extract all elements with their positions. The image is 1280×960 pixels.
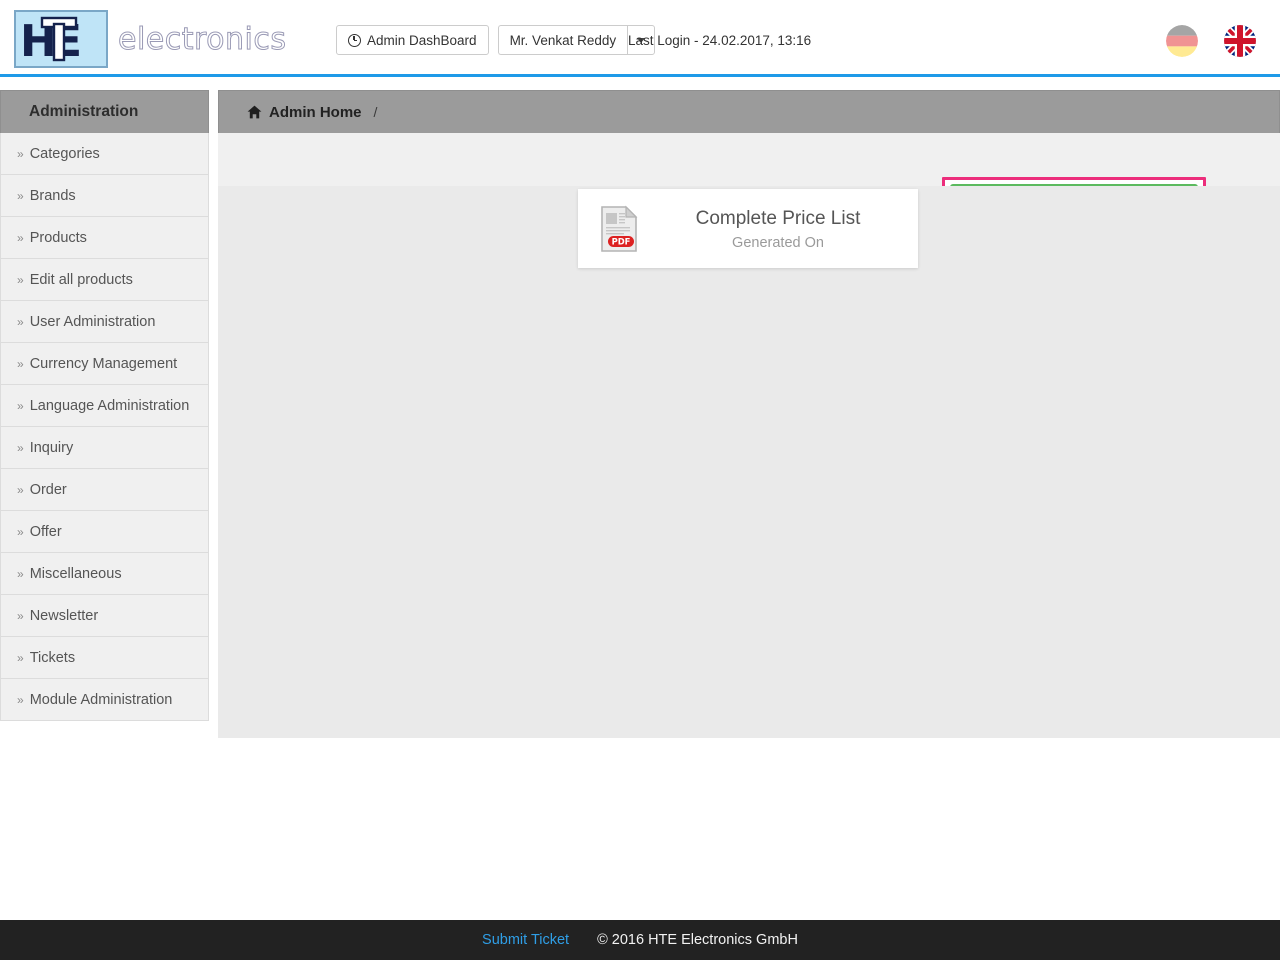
sidebar-item-newsletter[interactable]: » Newsletter: [0, 595, 209, 637]
sidebar-item-label: Newsletter: [29, 607, 99, 624]
copyright-text: © 2016 HTE Electronics GmbH: [597, 932, 798, 948]
bullet-icon: »: [17, 440, 24, 455]
sidebar-item-products[interactable]: » Products: [0, 217, 209, 259]
bullet-icon: »: [17, 482, 24, 497]
price-list-card-icon-wrap: PDF: [578, 205, 662, 253]
admin-dashboard-button[interactable]: Admin DashBoard: [336, 25, 489, 55]
sidebar-item-tickets[interactable]: » Tickets: [0, 637, 209, 679]
main-content: Admin Home / PDF Complete Price List Gen…: [218, 90, 1280, 738]
sidebar-item-label: Tickets: [29, 649, 76, 666]
sidebar-item-module-administration[interactable]: » Module Administration: [0, 679, 209, 721]
price-list-card[interactable]: PDF Complete Price List Generated On: [578, 189, 918, 268]
sidebar: Administration » Categories » Brands » P…: [0, 90, 209, 721]
clock-icon: [348, 33, 361, 47]
logo-mark-icon: H E: [14, 10, 108, 68]
home-icon: [247, 105, 262, 119]
sidebar-item-edit-all-products[interactable]: » Edit all products: [0, 259, 209, 301]
brand-logo[interactable]: H E electronics: [14, 10, 287, 68]
bullet-icon: »: [17, 314, 24, 329]
sidebar-item-language-administration[interactable]: » Language Administration: [0, 385, 209, 427]
flag-gb-icon[interactable]: [1224, 25, 1256, 57]
sidebar-item-miscellaneous[interactable]: » Miscellaneous: [0, 553, 209, 595]
price-list-card-subtitle: Generated On: [732, 234, 824, 251]
header-accent-rule: [0, 74, 1280, 77]
sidebar-item-categories[interactable]: » Categories: [0, 133, 209, 175]
bullet-icon: »: [17, 524, 24, 539]
bullet-icon: »: [17, 272, 24, 287]
user-name-button[interactable]: Mr. Venkat Reddy: [497, 25, 628, 55]
bullet-icon: »: [17, 230, 24, 245]
sidebar-item-label: Categories: [29, 145, 100, 162]
price-list-card-title: Complete Price List: [695, 208, 861, 230]
bullet-icon: »: [17, 650, 24, 665]
breadcrumb-home-label[interactable]: Admin Home: [269, 104, 362, 121]
content-panel: PDF Complete Price List Generated On: [218, 186, 1280, 738]
sidebar-item-label: Brands: [29, 187, 76, 204]
language-switcher: [1166, 25, 1256, 57]
sidebar-item-user-administration[interactable]: » User Administration: [0, 301, 209, 343]
sidebar-item-label: Products: [29, 229, 87, 246]
user-name-label: Mr. Venkat Reddy: [509, 32, 617, 48]
bullet-icon: »: [17, 566, 24, 581]
sidebar-item-offer[interactable]: » Offer: [0, 511, 209, 553]
breadcrumb: Admin Home /: [218, 90, 1280, 133]
page-footer: Submit Ticket © 2016 HTE Electronics Gmb…: [0, 920, 1280, 960]
header-nav: Admin DashBoard Mr. Venkat Reddy: [336, 25, 656, 55]
action-toolbar: Generate New Complete Price List Back: [218, 133, 1280, 219]
sidebar-item-label: Offer: [29, 523, 62, 540]
sidebar-item-label: Order: [29, 481, 67, 498]
admin-dashboard-label: Admin DashBoard: [367, 32, 477, 48]
bullet-icon: »: [17, 608, 24, 623]
logo-wordmark: electronics: [118, 21, 287, 57]
price-list-card-text: Complete Price List Generated On: [662, 206, 918, 251]
pdf-file-icon: PDF: [600, 205, 640, 253]
bullet-icon: »: [17, 692, 24, 707]
admin-page: H E electronics Admin DashBoard Mr. Venk…: [0, 0, 1280, 960]
sidebar-item-brands[interactable]: » Brands: [0, 175, 209, 217]
sidebar-item-label: Language Administration: [29, 397, 190, 414]
sidebar-item-label: Module Administration: [29, 691, 173, 708]
submit-ticket-link[interactable]: Submit Ticket: [482, 932, 569, 948]
sidebar-item-label: Inquiry: [29, 439, 74, 456]
sidebar-title: Administration: [0, 90, 209, 133]
sidebar-item-currency-management[interactable]: » Currency Management: [0, 343, 209, 385]
sidebar-item-label: Currency Management: [29, 355, 178, 372]
sidebar-item-order[interactable]: » Order: [0, 469, 209, 511]
bullet-icon: »: [17, 356, 24, 371]
sidebar-item-label: Edit all products: [29, 271, 133, 288]
flag-de-icon[interactable]: [1166, 25, 1198, 57]
bullet-icon: »: [17, 398, 24, 413]
sidebar-item-label: Miscellaneous: [29, 565, 122, 582]
breadcrumb-separator: /: [373, 104, 378, 120]
bullet-icon: »: [17, 146, 24, 161]
sidebar-item-label: User Administration: [29, 313, 156, 330]
svg-text:PDF: PDF: [612, 236, 631, 246]
last-login-text: Last Login - 24.02.2017, 13:16: [628, 33, 812, 48]
page-header: H E electronics Admin DashBoard Mr. Venk…: [0, 0, 1280, 74]
sidebar-item-inquiry[interactable]: » Inquiry: [0, 427, 209, 469]
bullet-icon: »: [17, 188, 24, 203]
